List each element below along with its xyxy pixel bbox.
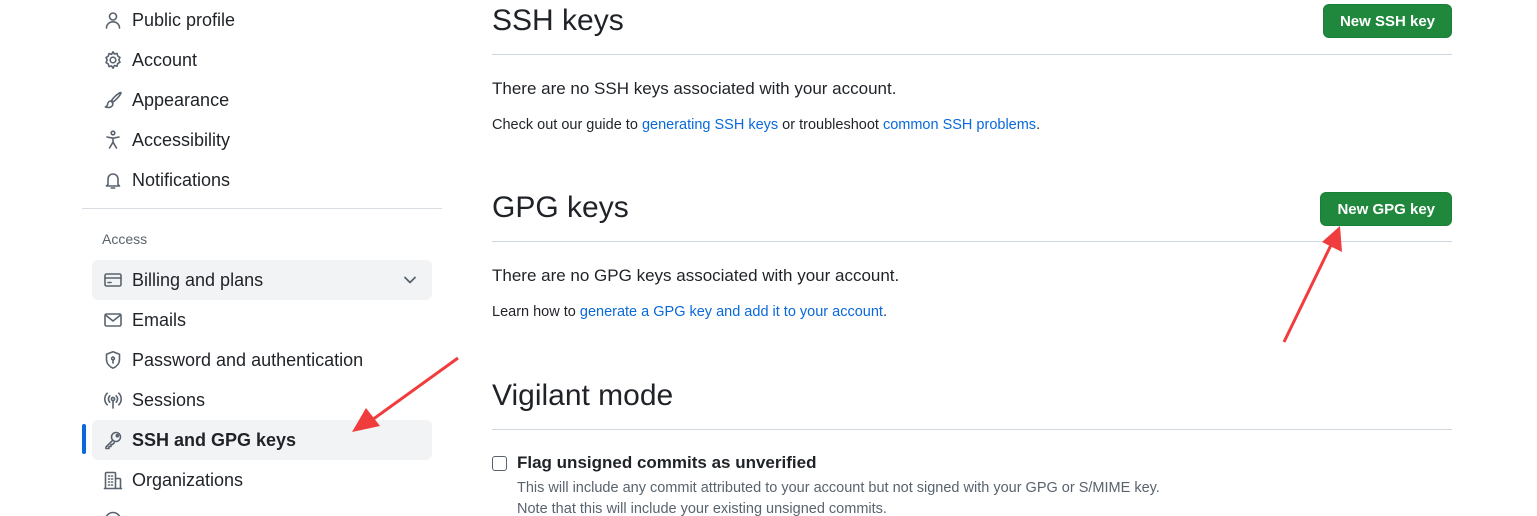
sidebar-item-sessions[interactable]: Sessions [92, 380, 432, 420]
sidebar-item-appearance[interactable]: Appearance [92, 80, 432, 120]
gpg-learn-suffix: . [882, 304, 887, 320]
chevron-down-icon[interactable] [400, 270, 420, 290]
gpg-learn-text: Learn how to generate a GPG key and add … [492, 304, 887, 320]
paintbrush-icon [102, 89, 124, 111]
globe-icon [102, 509, 124, 516]
generate-gpg-key-link[interactable]: generate a GPG key and add it to your ac… [580, 304, 883, 320]
sidebar-item-label: Account [132, 49, 198, 70]
ssh-empty-text: There are no SSH keys associated with yo… [492, 79, 897, 98]
ssh-guide-prefix: Check out our guide to [492, 117, 642, 133]
sidebar-item-label: Notifications [132, 169, 231, 190]
vigilant-checkbox-row[interactable]: Flag unsigned commits as unverified [492, 453, 816, 473]
generating-ssh-keys-link[interactable]: generating SSH keys [642, 117, 778, 133]
sidebar-item-label: Organizations [132, 469, 244, 490]
new-ssh-key-button[interactable]: New SSH key [1322, 4, 1452, 38]
sidebar-divider [82, 208, 442, 209]
organization-icon [102, 469, 124, 491]
key-icon [102, 429, 124, 451]
ssh-guide-suffix: . [1036, 117, 1041, 133]
sidebar-item-label: Sessions [132, 389, 206, 410]
common-ssh-problems-link[interactable]: common SSH problems [883, 117, 1036, 133]
sidebar-item-label: Billing and plans [132, 269, 264, 290]
sidebar-item-accessibility[interactable]: Accessibility [92, 120, 432, 160]
vigilant-divider [492, 429, 1452, 430]
sidebar-item-label: Emails [132, 309, 187, 330]
sidebar-item-organizations[interactable]: Organizations [92, 460, 432, 500]
main-content: SSH keys New SSH key There are no SSH ke… [492, 0, 1452, 516]
sidebar-section-heading: Access [102, 231, 148, 247]
ssh-divider [492, 54, 1452, 55]
checkbox-label[interactable]: Flag unsigned commits as unverified [517, 453, 816, 473]
gpg-keys-heading: GPG keys [492, 191, 629, 224]
sidebar-item-public-profile[interactable]: Public profile [92, 0, 432, 40]
accessibility-icon [102, 129, 124, 151]
sidebar-item-partial[interactable] [92, 500, 432, 516]
flag-unsigned-commits-checkbox[interactable] [492, 455, 507, 471]
vigilant-description-1: This will include any commit attributed … [517, 480, 1160, 496]
vigilant-description-2: Note that this will include your existin… [517, 501, 887, 516]
sidebar-item-label: SSH and GPG keys [132, 429, 297, 450]
ssh-guide-text: Check out our guide to generating SSH ke… [492, 117, 1040, 133]
person-icon [102, 9, 124, 31]
credit-card-icon [102, 269, 124, 291]
broadcast-icon [102, 389, 124, 411]
sidebar-item-ssh-and-gpg-keys[interactable]: SSH and GPG keys [92, 420, 432, 460]
gpg-empty-text: There are no GPG keys associated with yo… [492, 266, 900, 285]
active-indicator [82, 424, 86, 454]
sidebar-item-password-and-authentication[interactable]: Password and authentication [92, 340, 432, 380]
settings-sidebar: Public profile Account Appearance Access… [82, 0, 442, 516]
sidebar-item-billing-and-plans[interactable]: Billing and plans [92, 260, 432, 300]
mail-icon [102, 309, 124, 331]
shield-lock-icon [102, 349, 124, 371]
sidebar-item-notifications[interactable]: Notifications [92, 160, 432, 200]
sidebar-item-emails[interactable]: Emails [92, 300, 432, 340]
sidebar-item-label: Public profile [132, 9, 236, 30]
sidebar-item-label: Appearance [132, 89, 230, 110]
vigilant-mode-heading: Vigilant mode [492, 379, 674, 412]
gear-icon [102, 49, 124, 71]
ssh-keys-heading: SSH keys [492, 4, 624, 37]
gpg-divider [492, 241, 1452, 242]
sidebar-item-label: Accessibility [132, 129, 231, 150]
new-gpg-key-button[interactable]: New GPG key [1320, 192, 1452, 226]
gpg-learn-prefix: Learn how to [492, 304, 580, 320]
sidebar-item-label: Password and authentication [132, 349, 364, 370]
ssh-guide-middle: or troubleshoot [778, 117, 883, 133]
bell-icon [102, 169, 124, 191]
sidebar-item-account[interactable]: Account [92, 40, 432, 80]
